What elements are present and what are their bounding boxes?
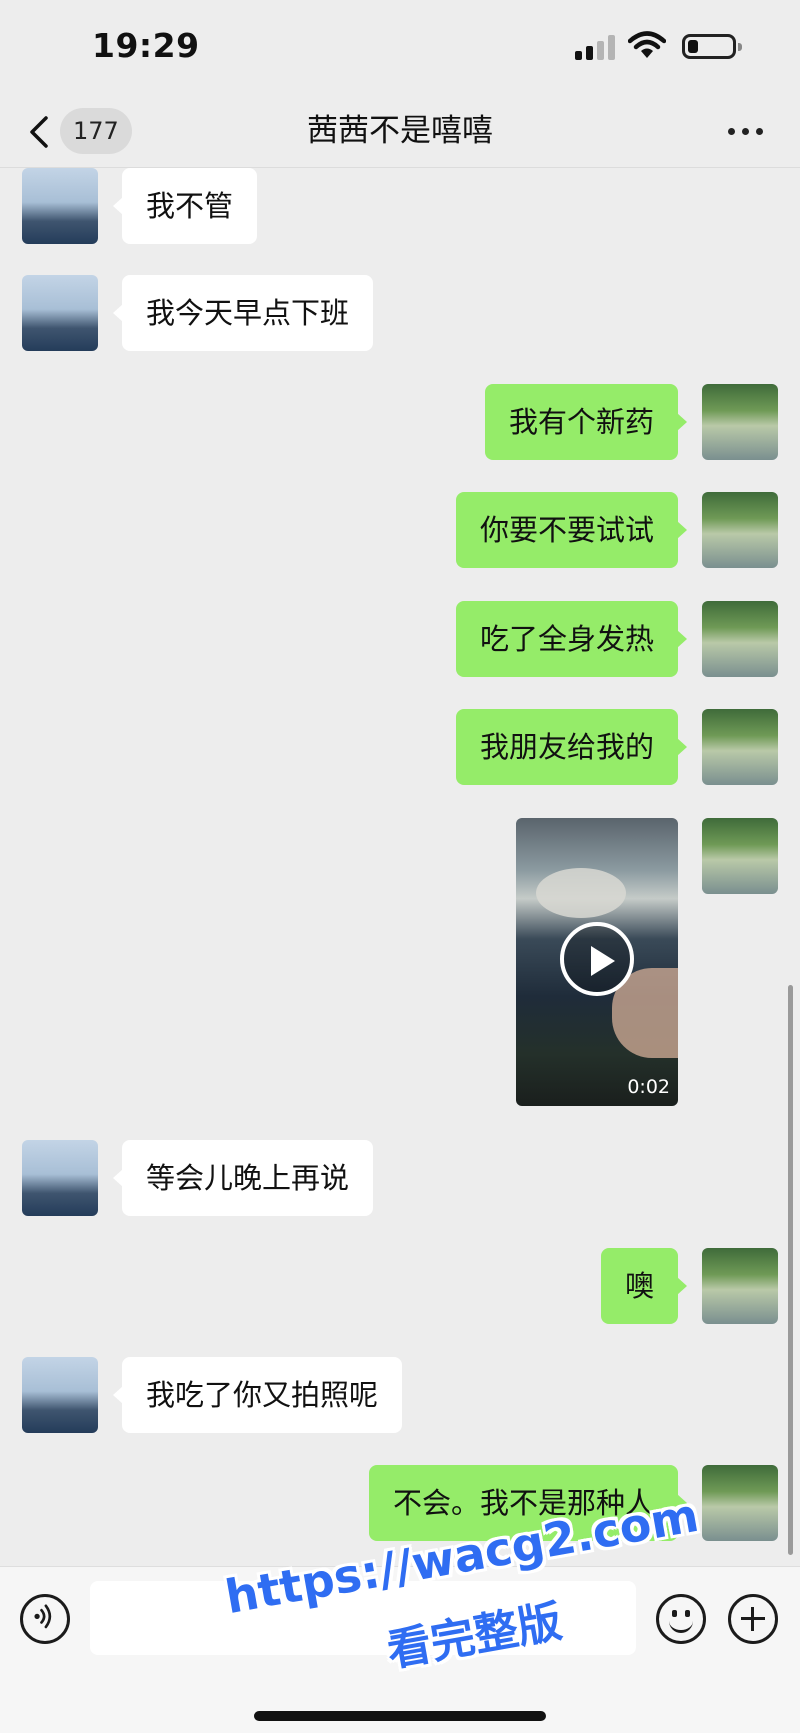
chat-title: 茜茜不是嘻嘻 xyxy=(307,113,493,149)
play-icon[interactable] xyxy=(560,922,634,996)
message-bubble[interactable]: 噢 xyxy=(600,1248,688,1324)
self-avatar[interactable] xyxy=(702,492,778,568)
video-duration: 0:02 xyxy=(627,1076,670,1098)
message-row: 我不管 xyxy=(0,168,800,244)
friend-avatar[interactable] xyxy=(22,1140,98,1216)
message-bubble[interactable]: 你要不要试试 xyxy=(455,492,688,568)
wifi-icon xyxy=(628,31,666,58)
message-row: 等会儿晚上再说 xyxy=(0,1140,800,1216)
friend-avatar[interactable] xyxy=(22,1357,98,1433)
message-row: 我吃了你又拍照呢 xyxy=(0,1357,800,1433)
message-row: 不会。我不是那种人 xyxy=(0,1465,800,1541)
friend-avatar[interactable] xyxy=(22,168,98,244)
input-bar xyxy=(0,1566,800,1733)
video-frame-detail xyxy=(536,868,626,918)
more-actions-plus-icon[interactable] xyxy=(728,1594,778,1644)
message-bubble[interactable]: 不会。我不是那种人 xyxy=(368,1465,688,1541)
self-avatar[interactable] xyxy=(702,818,778,894)
cellular-signal-icon xyxy=(575,34,619,60)
message-row: 我今天早点下班 xyxy=(0,275,800,351)
message-bubble[interactable]: 等会儿晚上再说 xyxy=(112,1140,374,1216)
message-input[interactable] xyxy=(90,1581,636,1655)
battery-icon xyxy=(682,34,742,59)
status-time: 19:29 xyxy=(92,26,200,65)
scrollbar[interactable] xyxy=(788,985,793,1555)
message-bubble[interactable]: 我吃了你又拍照呢 xyxy=(112,1357,403,1433)
self-avatar[interactable] xyxy=(702,1248,778,1324)
home-indicator[interactable] xyxy=(254,1711,546,1721)
message-bubble[interactable]: 我今天早点下班 xyxy=(112,275,374,351)
self-avatar[interactable] xyxy=(702,1465,778,1541)
self-avatar[interactable] xyxy=(702,601,778,677)
back-chevron-icon[interactable] xyxy=(24,112,56,152)
more-options-icon[interactable] xyxy=(726,126,766,138)
emoji-icon[interactable] xyxy=(656,1594,706,1644)
message-bubble[interactable]: 我不管 xyxy=(112,168,258,244)
self-avatar[interactable] xyxy=(702,709,778,785)
self-avatar[interactable] xyxy=(702,384,778,460)
message-row: 吃了全身发热 xyxy=(0,601,800,677)
chat-header: 177 茜茜不是嘻嘻 xyxy=(0,96,800,168)
friend-avatar[interactable] xyxy=(22,275,98,351)
video-message[interactable]: 0:02 xyxy=(516,818,678,1106)
message-row: 噢 xyxy=(0,1248,800,1324)
unread-count-badge[interactable]: 177 xyxy=(60,108,132,154)
voice-input-icon[interactable] xyxy=(20,1594,70,1644)
message-bubble[interactable]: 我有个新药 xyxy=(484,384,688,460)
message-bubble[interactable]: 吃了全身发热 xyxy=(455,601,688,677)
message-row: 你要不要试试 xyxy=(0,492,800,568)
message-bubble[interactable]: 我朋友给我的 xyxy=(455,709,688,785)
message-row: 我有个新药 xyxy=(0,384,800,460)
status-bar: 19:29 xyxy=(0,0,800,96)
message-row: 我朋友给我的 xyxy=(0,709,800,785)
